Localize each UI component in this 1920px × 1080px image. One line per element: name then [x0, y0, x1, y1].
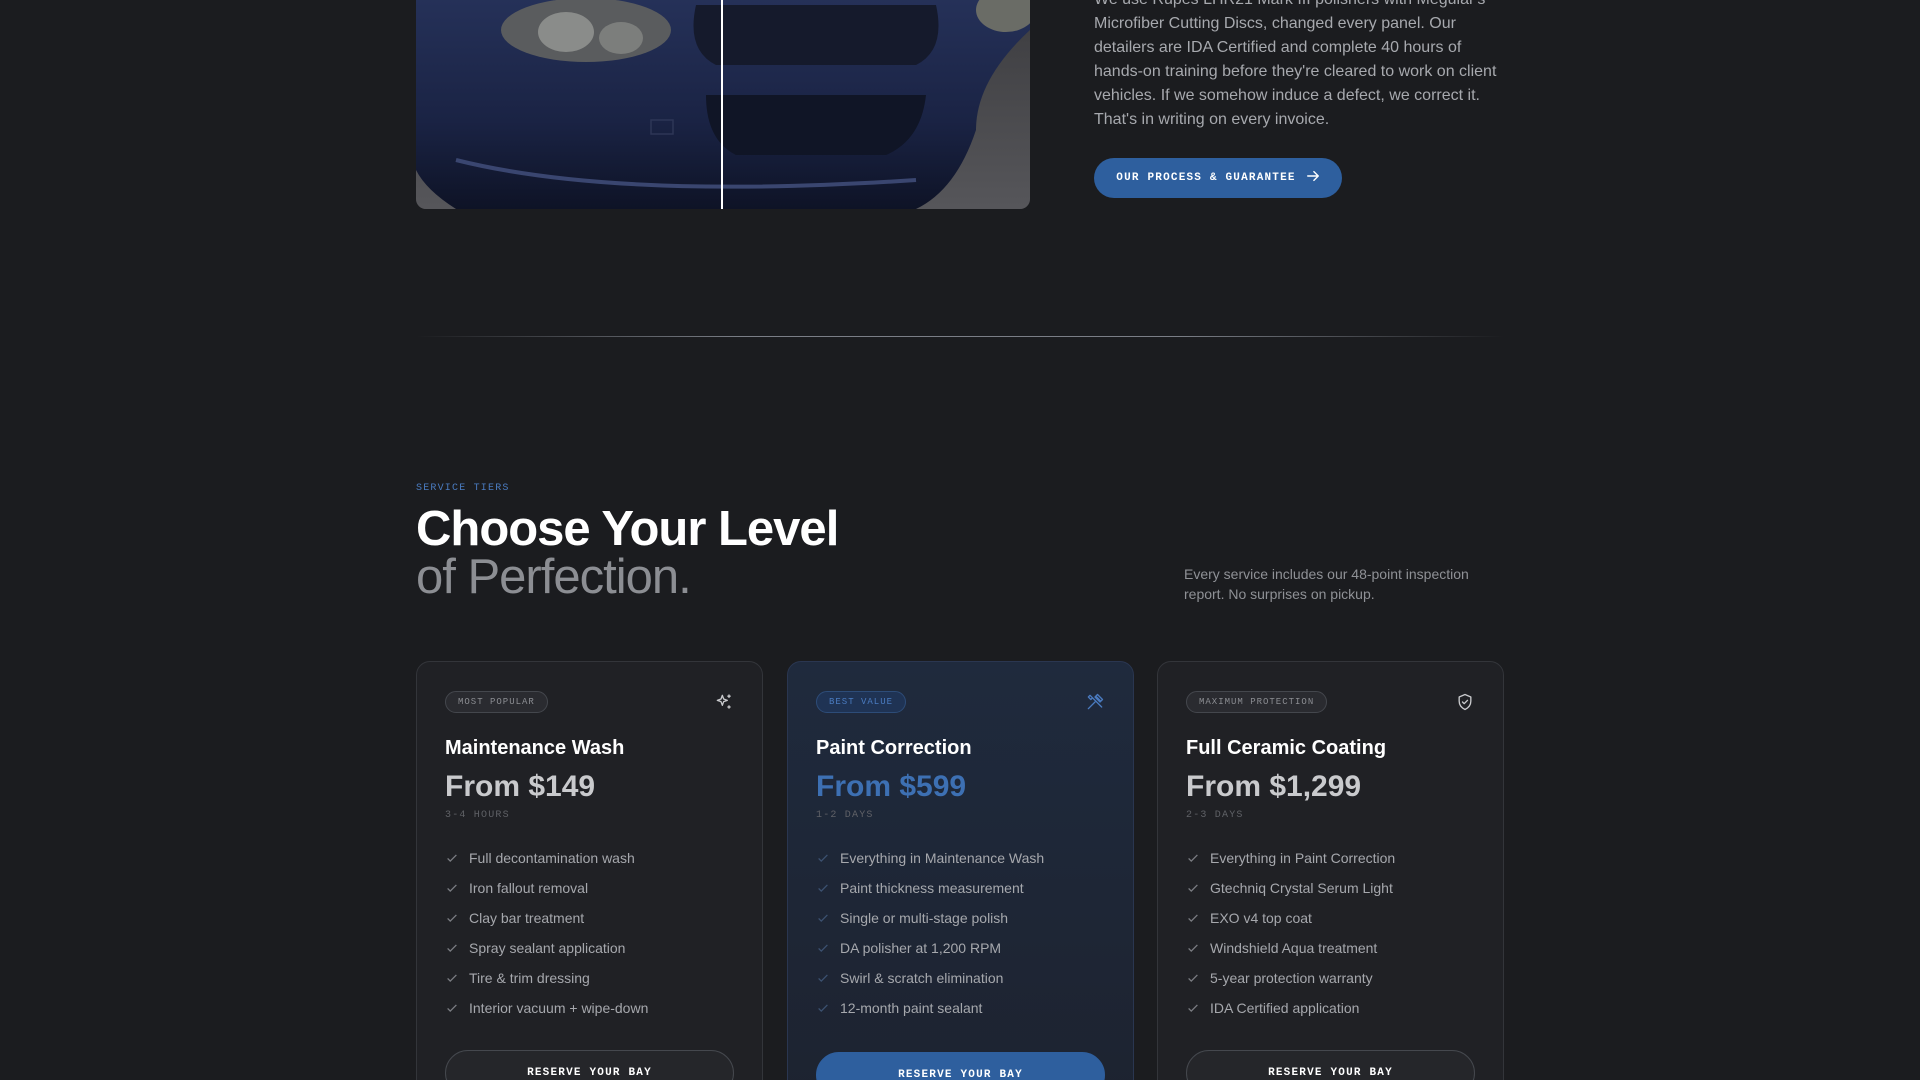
- arrow-right-icon: [1306, 169, 1320, 187]
- check-icon: [1186, 881, 1200, 895]
- heading-line-1: Choose Your Level: [416, 502, 839, 556]
- feature-list: Everything in Paint Correction Gtechniq …: [1186, 843, 1475, 1023]
- feature-item: Windshield Aqua treatment: [1186, 933, 1475, 963]
- process-guarantee-button[interactable]: OUR PROCESS & GUARANTEE: [1094, 158, 1342, 198]
- check-icon: [816, 881, 830, 895]
- process-description: We use Rupes LHR21 Mark III polishers wi…: [1094, 0, 1497, 128]
- check-icon: [445, 851, 459, 865]
- section-divider: [416, 336, 1504, 337]
- feature-item: Clay bar treatment: [445, 903, 734, 933]
- feature-item: Spray sealant application: [445, 933, 734, 963]
- shield-check-icon: [1455, 692, 1475, 712]
- tier-badge: MOST POPULAR: [445, 691, 548, 713]
- feature-item: Interior vacuum + wipe-down: [445, 993, 734, 1023]
- check-icon: [816, 911, 830, 925]
- sparkles-icon: [714, 692, 734, 712]
- check-icon: [816, 941, 830, 955]
- page: We use Rupes LHR21 Mark III polishers wi…: [0, 0, 1920, 1080]
- feature-item: Paint thickness measurement: [816, 873, 1105, 903]
- tier-price: From $1,299: [1186, 770, 1362, 803]
- check-icon: [1186, 851, 1200, 865]
- tools-icon: [1085, 692, 1105, 712]
- check-icon: [816, 851, 830, 865]
- feature-list: Full decontamination wash Iron fallout r…: [445, 843, 734, 1023]
- feature-item: Iron fallout removal: [445, 873, 734, 903]
- feature-item: Single or multi-stage polish: [816, 903, 1105, 933]
- check-icon: [445, 1001, 459, 1015]
- tier-duration: 3-4 HOURS: [445, 810, 510, 821]
- check-icon: [1186, 911, 1200, 925]
- feature-item: Everything in Paint Correction: [1186, 843, 1475, 873]
- reserve-bay-button[interactable]: RESERVE YOUR BAY: [1186, 1050, 1475, 1080]
- check-icon: [445, 971, 459, 985]
- feature-item: DA polisher at 1,200 RPM: [816, 933, 1105, 963]
- tier-badge: BEST VALUE: [816, 691, 907, 713]
- feature-item: Swirl & scratch elimination: [816, 963, 1105, 993]
- check-icon: [445, 881, 459, 895]
- tier-price: From $599: [816, 770, 967, 803]
- check-icon: [445, 941, 459, 955]
- feature-item: IDA Certified application: [1186, 993, 1475, 1023]
- tier-title: Full Ceramic Coating: [1186, 737, 1387, 759]
- check-icon: [1186, 971, 1200, 985]
- check-icon: [816, 1001, 830, 1015]
- section-heading: Choose Your Level of Perfection.: [416, 502, 839, 604]
- tier-card-paint-correction: BEST VALUE Paint Correction From $599 1-…: [787, 661, 1134, 1080]
- tier-duration: 1-2 DAYS: [816, 810, 874, 821]
- feature-item: Gtechniq Crystal Serum Light: [1186, 873, 1475, 903]
- check-icon: [445, 911, 459, 925]
- car-front-image: [416, 0, 1030, 209]
- feature-item: Everything in Maintenance Wash: [816, 843, 1105, 873]
- feature-item: Full decontamination wash: [445, 843, 734, 873]
- tier-card-maintenance-wash: MOST POPULAR Maintenance Wash From $149 …: [416, 661, 763, 1080]
- feature-list: Everything in Maintenance Wash Paint thi…: [816, 843, 1105, 1023]
- check-icon: [1186, 1001, 1200, 1015]
- section-intro: Every service includes our 48-point insp…: [1184, 566, 1469, 602]
- tier-title: Maintenance Wash: [445, 737, 625, 759]
- tier-card-ceramic-coating: MAXIMUM PROTECTION Full Ceramic Coating …: [1157, 661, 1504, 1080]
- reserve-bay-button[interactable]: RESERVE YOUR BAY: [445, 1050, 734, 1080]
- tier-title: Paint Correction: [816, 737, 972, 759]
- feature-item: 5-year protection warranty: [1186, 963, 1475, 993]
- tier-duration: 2-3 DAYS: [1186, 810, 1244, 821]
- check-icon: [816, 971, 830, 985]
- process-guarantee-label: OUR PROCESS & GUARANTEE: [1116, 172, 1296, 184]
- check-icon: [1186, 941, 1200, 955]
- tier-price: From $149: [445, 770, 596, 803]
- feature-item: EXO v4 top coat: [1186, 903, 1475, 933]
- feature-item: 12-month paint sealant: [816, 993, 1105, 1023]
- reserve-bay-button[interactable]: RESERVE YOUR BAY: [816, 1052, 1105, 1080]
- tier-badge: MAXIMUM PROTECTION: [1186, 691, 1328, 713]
- section-eyebrow: SERVICE TIERS: [416, 483, 510, 494]
- comparison-divider-handle[interactable]: [721, 0, 723, 209]
- before-after-photo[interactable]: [416, 0, 1030, 209]
- heading-line-2: of Perfection.: [416, 550, 692, 604]
- feature-item: Tire & trim dressing: [445, 963, 734, 993]
